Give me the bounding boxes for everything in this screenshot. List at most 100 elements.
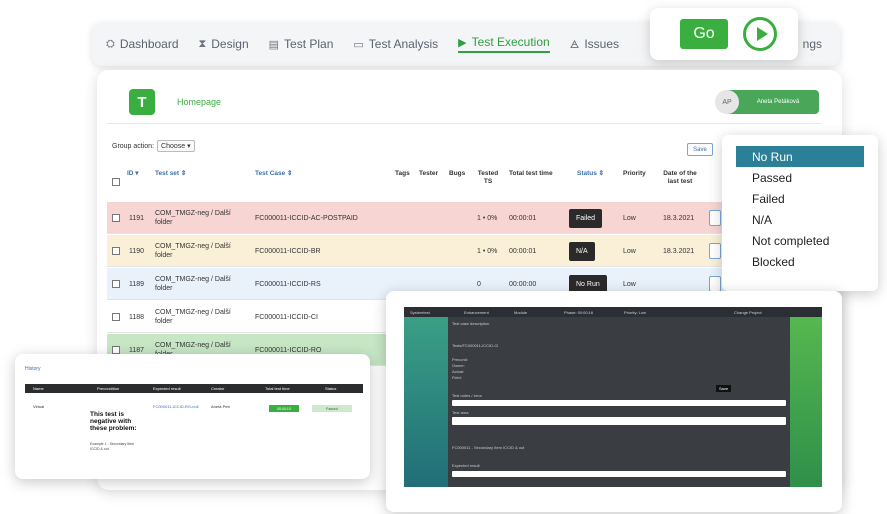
detail-line: Precond: xyxy=(452,357,469,362)
avatar[interactable]: AP xyxy=(715,90,739,114)
detail-top-label: Module xyxy=(514,310,528,315)
row-date: 18.3.2021 xyxy=(663,247,695,255)
status-option-blocked[interactable]: Blocked xyxy=(722,251,878,272)
detail-line: Test case description xyxy=(452,321,490,326)
col-status[interactable]: Status ⇕ xyxy=(577,170,604,178)
detail-top-label: Enhancement xyxy=(464,310,489,315)
status-option-passed[interactable]: Passed xyxy=(722,167,878,188)
nav-item-label: Test Execution xyxy=(471,35,550,49)
col-tags: Tags xyxy=(395,170,410,177)
nav-item-settings[interactable]: ngs xyxy=(803,37,822,51)
col-id[interactable]: ID ▾ xyxy=(127,170,139,178)
row-total-time: 00:00:01 xyxy=(509,214,537,222)
group-action-label: Group action: xyxy=(112,142,155,150)
nav-item-issues[interactable]: 🜁 Issues xyxy=(570,33,619,55)
history-col: Creator xyxy=(211,386,225,391)
detail-expected-field[interactable] xyxy=(452,471,786,477)
row-action-button[interactable] xyxy=(709,276,721,292)
status-option-no-run[interactable]: No Run xyxy=(736,146,864,167)
history-precondition: This test is negative with these problem… xyxy=(90,411,137,432)
detail-line: Test area xyxy=(452,410,469,415)
row-test-set: COM_TMGZ-neg / Další folder xyxy=(155,243,231,259)
col-tester: Tester xyxy=(419,170,439,177)
nav-item-test-execution[interactable]: ▶ Test Execution xyxy=(458,35,550,53)
col-total-time: Total test time xyxy=(509,170,553,177)
nav-item-design[interactable]: ⧗ Design xyxy=(199,37,249,51)
history-expected[interactable]: FC000011-ICCID-RO-null xyxy=(153,404,199,409)
history-header: Name Precondition Expected result Creato… xyxy=(25,384,363,393)
group-action-select[interactable]: Choose ▾ xyxy=(157,140,195,152)
status-option-failed[interactable]: Failed xyxy=(722,188,878,209)
detail-top-label: Systemtest xyxy=(410,310,430,315)
group-action-value: Choose xyxy=(161,143,186,150)
row-tested: 1 • 0% xyxy=(477,247,498,255)
row-action-button[interactable] xyxy=(709,243,721,259)
detail-top-label: Priority: Low xyxy=(624,310,647,315)
select-all-checkbox[interactable] xyxy=(112,178,120,189)
history-precondition-detail: Example 1 - Secondary Item ICCID & out xyxy=(90,442,135,451)
test-run-detail-screenshot: Systemtest Enhancement Module Phase: 00:00:… xyxy=(386,291,842,512)
status-option-n-a[interactable]: N/A xyxy=(722,209,878,230)
detail-top-label: Phase: 00:00:16 xyxy=(564,310,594,315)
row-priority: Low xyxy=(623,214,636,222)
detail-textarea[interactable] xyxy=(452,417,786,425)
col-date: Date of the last test xyxy=(663,170,697,185)
row-test-set: COM_TMGZ-neg / Další folder xyxy=(155,276,231,292)
detail-line: Tests/FC000011-ICCID-CI xyxy=(452,343,499,348)
row-status[interactable]: N/A xyxy=(569,235,595,267)
history-creator: Aneta Petr xyxy=(211,404,230,409)
col-bugs: Bugs xyxy=(449,170,466,177)
detail-select[interactable] xyxy=(452,400,786,406)
nav-item-dashboard[interactable]: ⛭ Dashboard xyxy=(106,37,179,51)
status-badge[interactable]: Failed xyxy=(569,208,603,228)
nav-item-label: Design xyxy=(211,37,249,51)
table-header: ID ▾ Test set ⇕ Test Case ⇕ Tags Tester … xyxy=(107,166,747,194)
detail-top-label: Change Project xyxy=(734,310,762,315)
go-button[interactable]: Go xyxy=(680,19,728,49)
row-test-set: COM_TMGZ-neg / Další folder xyxy=(155,309,231,325)
history-time: 00:00:10 xyxy=(269,405,299,412)
detail-topbar: Systemtest Enhancement Module Phase: 00:00:… xyxy=(404,307,822,317)
row-tested: 1 • 0% xyxy=(477,214,498,222)
nav-item-label: Issues xyxy=(584,37,619,51)
toolbox-icon: ▭ xyxy=(353,38,364,51)
row-checkbox[interactable] xyxy=(112,301,120,333)
nav-item-test-plan[interactable]: ▤ Test Plan xyxy=(269,37,334,51)
col-test-case[interactable]: Test Case ⇕ xyxy=(255,170,292,178)
homepage-link[interactable]: Homepage xyxy=(177,97,221,107)
user-name[interactable]: Aneta Petáková xyxy=(727,90,819,114)
hourglass-icon: ⧗ xyxy=(198,37,207,50)
row-test-case[interactable]: FC000011-ICCID-BR xyxy=(255,235,321,267)
history-col: Status xyxy=(325,386,337,391)
row-date: 18.3.2021 xyxy=(663,214,695,222)
bug-icon: 🜁 xyxy=(569,39,580,51)
history-col: Precondition xyxy=(97,386,120,391)
detail-line: Actual: xyxy=(452,369,465,374)
nav-item-test-analysis[interactable]: ▭ Test Analysis xyxy=(353,37,438,51)
clipboard-icon: ▤ xyxy=(268,38,280,51)
row-priority: Low xyxy=(623,247,636,255)
row-checkbox[interactable] xyxy=(112,202,120,234)
history-link[interactable]: History xyxy=(25,366,41,372)
row-test-case[interactable]: FC000011-ICCID-CI xyxy=(255,301,318,333)
row-status[interactable]: Failed xyxy=(569,202,603,234)
status-badge[interactable]: N/A xyxy=(569,241,595,261)
col-test-set[interactable]: Test set ⇕ xyxy=(155,170,186,178)
play-icon[interactable] xyxy=(743,17,777,51)
row-action-button[interactable] xyxy=(709,210,721,226)
row-total-time: 00:00:01 xyxy=(509,247,537,255)
status-option-not-completed[interactable]: Not completed xyxy=(722,230,878,251)
row-test-case[interactable]: FC000011-ICCID-RS xyxy=(255,268,321,300)
history-name: Virtual xyxy=(33,404,45,409)
save-button[interactable]: Save xyxy=(687,143,713,156)
detail-save-button[interactable]: Save xyxy=(716,385,732,392)
row-checkbox[interactable] xyxy=(112,235,120,267)
row-checkbox[interactable] xyxy=(112,268,120,300)
app-logo[interactable]: T xyxy=(129,89,155,115)
history-screenshot: History Name Precondition Expected resul… xyxy=(15,354,370,479)
row-id: 1188 xyxy=(129,313,145,321)
dashboard-icon: ⛭ xyxy=(106,37,115,50)
row-test-case[interactable]: FC000011-ICCID-AC-POSTPAID xyxy=(255,202,358,234)
nav-item-label: Test Analysis xyxy=(368,37,439,51)
col-priority: Priority xyxy=(623,170,646,177)
